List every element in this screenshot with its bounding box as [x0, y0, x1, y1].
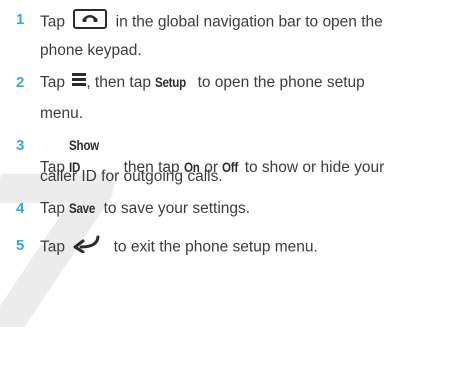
step-text-mid: , then tap	[86, 74, 151, 92]
show-id-keyword: Show ID	[69, 138, 100, 175]
step-text-continued: phone keypad.	[40, 42, 142, 59]
step-number: 3	[16, 137, 25, 154]
menu-icon	[72, 72, 87, 94]
back-icon	[71, 235, 101, 260]
step-text: Tap in the global navigation bar to open…	[40, 9, 445, 62]
step-text: Tap , then tap Setup to open the phone s…	[40, 72, 445, 125]
step-text-pre: Tap	[40, 200, 65, 217]
step-number: 1	[16, 11, 25, 28]
step-number: 4	[16, 200, 25, 217]
phone-icon	[73, 9, 108, 36]
save-keyword: Save	[69, 201, 96, 216]
step-text-pre: Tap	[40, 238, 65, 256]
step-number: 5	[16, 237, 25, 254]
step-text: Tap Show ID then tap On or Off to show o…	[40, 135, 445, 188]
step-text: Tap to exit the phone setup menu.	[40, 235, 445, 257]
step-text: Tap Save to save your settings.	[40, 198, 445, 220]
step-text-post: to open the phone setup	[197, 74, 365, 92]
step-text-pre: Tap	[40, 74, 65, 92]
step-text-pre: Tap	[40, 13, 65, 31]
on-keyword: On	[183, 160, 200, 175]
setup-keyword: Setup	[155, 75, 187, 91]
step-text-post: to exit the phone setup menu.	[113, 238, 318, 256]
step-text-post: to save your settings.	[103, 200, 251, 217]
step-text-post: to show or hide your	[244, 159, 385, 176]
step-text-post: in the global navigation bar to open the	[115, 13, 383, 31]
step-text-continued: menu.	[40, 105, 84, 122]
off-keyword: Off	[222, 160, 239, 175]
step-number: 2	[16, 74, 25, 91]
